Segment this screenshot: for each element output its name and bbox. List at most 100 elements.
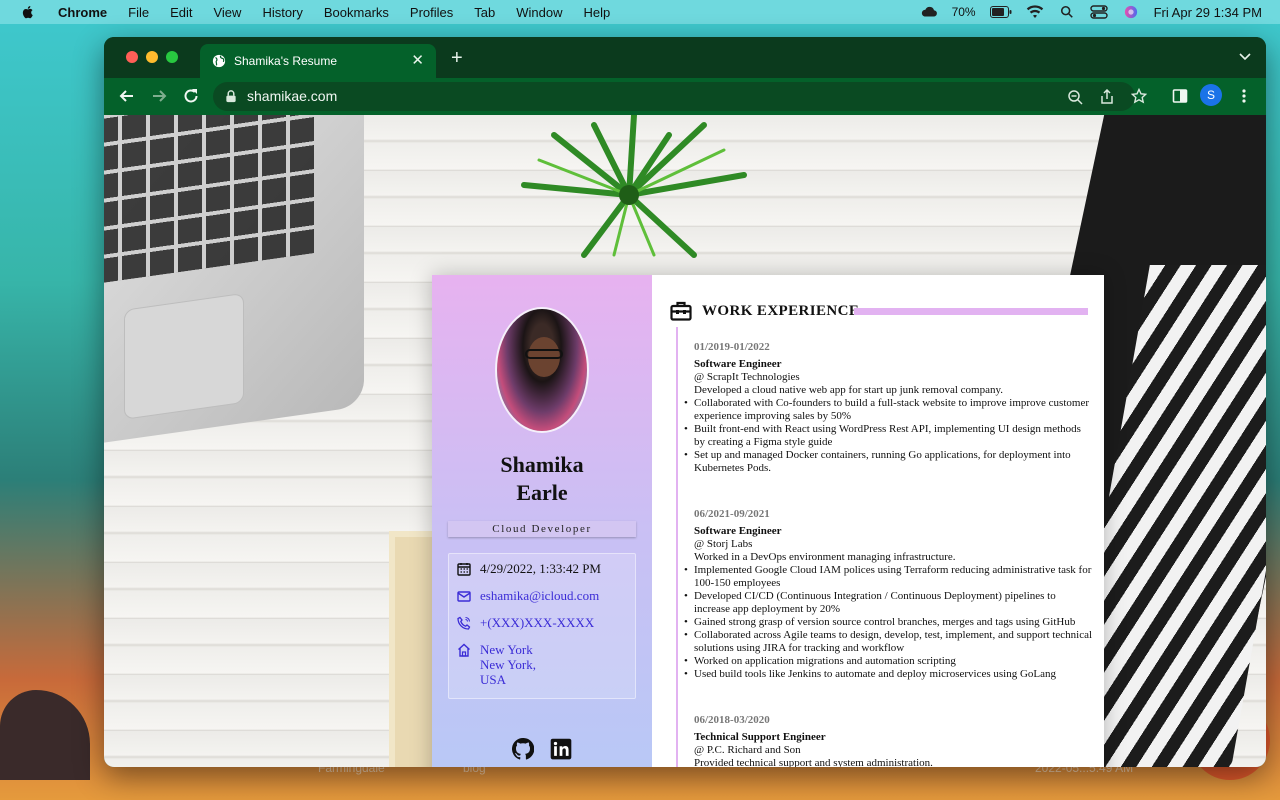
job-bullet: Collaborated with Co-founders to build a… [684,397,1094,423]
job-bullet: Implemented Google Cloud IAM polices usi… [684,564,1094,590]
contact-card: 4/29/2022, 1:33:42 PM eshamika@icloud.co… [448,553,636,699]
sidepanel-icon[interactable] [1172,88,1188,104]
job-bullet: Gained strong grasp of version source co… [684,616,1094,629]
section-title: WORK EXPERIENCE [702,302,860,319]
job-company: @ P.C. Richard and Son [694,744,801,756]
desktop-flower [0,690,90,780]
address-line-3: USA [480,672,507,687]
forward-icon[interactable] [150,87,168,105]
close-window-button[interactable] [126,51,138,63]
job-entry: 06/2021-09/2021 Software Engineer @ Stor… [684,508,1094,681]
menu-file[interactable]: File [128,5,149,20]
job-bullets: Implemented Google Cloud IAM polices usi… [684,564,1094,681]
person-name: Shamika Earle [432,451,652,507]
menu-help[interactable]: Help [584,5,611,20]
zoom-icon[interactable] [1067,89,1083,105]
back-icon[interactable] [118,87,136,105]
laptop-photo [104,115,364,444]
control-center-icon[interactable] [1089,5,1108,19]
url-text[interactable]: shamikae.com [247,88,337,104]
menu-edit[interactable]: Edit [170,5,192,20]
mail-icon [457,591,471,602]
social-links [512,738,572,760]
linkedin-icon[interactable] [550,738,572,760]
job-bullet: Built front-end with React using WordPre… [684,423,1094,449]
job-bullet: Used build tools like Jenkins to automat… [684,668,1094,681]
job-bullet: Worked on application migrations and aut… [684,655,1094,668]
calendar-icon [457,563,471,576]
star-icon[interactable] [1131,88,1147,104]
menu-view[interactable]: View [213,5,241,20]
section-header: WORK EXPERIENCE [670,301,859,321]
plus-icon[interactable]: + [451,48,463,68]
lock-icon[interactable] [225,90,237,103]
menu-bookmarks[interactable]: Bookmarks [324,5,389,20]
job-bullet: Developed CI/CD (Continuous Integration … [684,590,1094,616]
globe-icon [212,54,226,68]
github-icon[interactable] [512,738,534,760]
address-text[interactable]: New York New York, USA [480,642,536,687]
toolbar: shamikae.com S [104,78,1266,115]
job-title: Software Engineer [694,525,782,537]
contact-address[interactable]: New York New York, USA [457,642,635,687]
profile-photo [495,307,589,433]
reload-icon[interactable] [182,87,200,105]
plant-photo [521,115,747,258]
keyboard-photo [104,115,314,284]
phone-icon [457,616,471,630]
contact-phone[interactable]: +(XXX)XXX-XXXX [457,615,635,630]
email-link[interactable]: eshamika@icloud.com [480,588,599,603]
home-icon [458,643,470,657]
section-accent-bar [854,308,1088,315]
trackpad-photo [124,292,244,420]
address-line-2: New York, [480,657,536,672]
contact-email[interactable]: eshamika@icloud.com [457,588,635,603]
job-company: @ Storj Labs [694,538,753,550]
battery-percent: 70% [951,5,976,19]
cloud-icon[interactable] [920,5,938,19]
clock[interactable]: Fri Apr 29 1:34 PM [1154,5,1262,20]
job-list: 01/2019-01/2022 Software Engineer @ Scra… [684,341,1094,767]
menu-app-name[interactable]: Chrome [58,5,107,20]
last-name: Earle [516,480,568,505]
first-name: Shamika [500,452,584,477]
phone-link[interactable]: +(XXX)XXX-XXXX [480,615,594,630]
share-icon[interactable] [1099,89,1115,105]
profile-glasses [525,349,563,359]
apple-icon[interactable] [20,4,36,20]
resume-main: WORK EXPERIENCE 01/2019-01/2022 Software… [652,275,1104,767]
menu-history[interactable]: History [262,5,302,20]
zoom-window-button[interactable] [166,51,178,63]
kebab-menu-icon[interactable] [1236,88,1252,104]
battery-icon[interactable] [989,6,1012,18]
menu-bar: Chrome File Edit View History Bookmarks … [0,0,1280,24]
job-dates: 01/2019-01/2022 [694,341,770,353]
resume-sidebar: Shamika Earle Cloud Developer 4/29/2022,… [432,275,652,767]
job-entry: 01/2019-01/2022 Software Engineer @ Scra… [684,341,1094,475]
menu-window[interactable]: Window [516,5,562,20]
job-bullets: Collaborated with Co-founders to build a… [684,397,1094,475]
job-summary: Worked in a DevOps environment managing … [694,551,956,563]
chevron-down-icon[interactable] [1238,49,1252,63]
address-bar[interactable]: shamikae.com [213,82,1147,111]
job-title-badge: Cloud Developer [448,521,636,537]
tab-active[interactable]: Shamika's Resume ✕ [200,44,436,78]
close-icon[interactable]: ✕ [411,53,424,69]
search-icon[interactable] [1058,5,1076,19]
minimize-window-button[interactable] [146,51,158,63]
job-summary: Developed a cloud native web app for sta… [694,384,1004,396]
job-entry: 06/2018-03/2020 Technical Support Engine… [694,714,1094,767]
page-viewport[interactable]: Shamika Earle Cloud Developer 4/29/2022,… [104,115,1266,767]
datetime-text: 4/29/2022, 1:33:42 PM [480,561,601,576]
job-bullet: Collaborated across Agile teams to desig… [684,629,1094,655]
contact-datetime: 4/29/2022, 1:33:42 PM [457,561,635,576]
menu-profiles[interactable]: Profiles [410,5,453,20]
job-dates: 06/2021-09/2021 [694,508,770,520]
job-title: Technical Support Engineer [694,731,826,743]
wifi-icon[interactable] [1026,5,1044,19]
menu-tab[interactable]: Tab [474,5,495,20]
siri-icon[interactable] [1122,5,1140,19]
timeline-line [676,327,678,767]
briefcase-icon [670,301,692,321]
avatar[interactable]: S [1200,84,1222,106]
